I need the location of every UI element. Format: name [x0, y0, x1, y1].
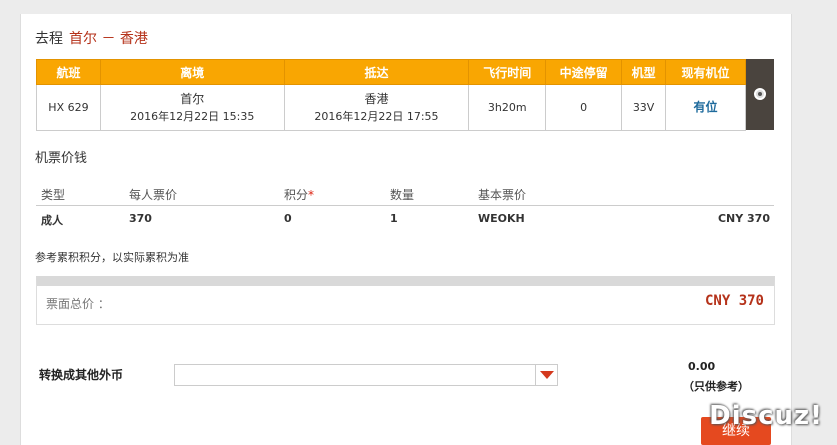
flight-table-header: 航班 离境 抵达 飞行时间 中途停留 机型 现有机位 — [36, 59, 746, 85]
dropdown-arrow-icon[interactable] — [535, 365, 557, 385]
converted-reference-note: （只供参考） — [683, 380, 749, 393]
arrive-city: 香港 — [364, 91, 389, 106]
price-qty: 1 — [390, 212, 398, 225]
discuz-watermark: Discuz! — [709, 401, 823, 431]
total-label: 票面总价 ： — [46, 297, 110, 311]
itinerary-panel: 去程 首尔 － 香港 航班 离境 抵达 飞行时间 中途停留 机型 现有机位 HX … — [20, 14, 792, 445]
flight-stops: 0 — [545, 84, 623, 131]
price-table-header: 类型 每人票价 积分* 数量 基本票价 — [36, 182, 774, 206]
flight-row[interactable]: HX 629 首尔 2016年12月22日 15:35 香港 2016年12月22日… — [36, 84, 746, 131]
depart-city: 首尔 — [180, 91, 205, 106]
price-amount: CNY 370 — [717, 212, 770, 225]
direction-label: 去程 — [35, 31, 63, 47]
converted-amount: 0.00 — [688, 360, 716, 373]
direction-heading: 去程 首尔 － 香港 — [35, 28, 148, 48]
route-text: 首尔 － 香港 — [69, 31, 148, 47]
header-duration: 飞行时间 — [468, 59, 547, 85]
currency-select[interactable] — [174, 364, 558, 386]
total-value: CNY 370 — [704, 293, 764, 309]
points-required-mark: * — [308, 188, 315, 202]
header-availability: 现有机位 — [665, 59, 746, 85]
header-depart: 离境 — [99, 59, 285, 85]
arrive-cell: 香港 2016年12月22日 17:55 — [283, 84, 470, 131]
total-box: 票面总价 ： CNY 370 — [36, 276, 775, 325]
price-header-qty: 数量 — [390, 188, 415, 202]
depart-cell: 首尔 2016年12月22日 15:35 — [99, 84, 285, 131]
price-base-fare: WEOKH — [478, 212, 525, 225]
header-stops: 中途停留 — [545, 59, 623, 85]
flight-number: HX 629 — [36, 84, 101, 131]
price-header-per-person: 每人票价 — [129, 188, 178, 202]
price-header-points: 积分* — [284, 188, 315, 202]
price-header-base-fare: 基本票价 — [478, 188, 527, 202]
aircraft-type: 33V — [621, 84, 667, 131]
price-section-title: 机票价钱 — [35, 151, 88, 166]
header-flight: 航班 — [36, 59, 101, 85]
price-points: 0 — [284, 212, 292, 225]
currency-convert-label: 转换成其他外币 — [39, 368, 124, 382]
header-aircraft: 机型 — [621, 59, 667, 85]
price-type: 成人 — [41, 214, 63, 227]
points-note: 参考累积积分，以实际累积为准 — [35, 251, 189, 264]
price-header-type: 类型 — [41, 188, 66, 202]
flight-select-column[interactable] — [746, 59, 774, 130]
depart-time: 2016年12月22日 15:35 — [130, 109, 255, 123]
flight-duration: 3h20m — [468, 84, 547, 131]
flight-table: 航班 离境 抵达 飞行时间 中途停留 机型 现有机位 HX 629 首尔 2016… — [36, 59, 746, 131]
header-arrive: 抵达 — [283, 59, 470, 85]
arrive-time: 2016年12月22日 17:55 — [314, 109, 439, 123]
price-per-person: 370 — [129, 212, 152, 225]
price-row: 成人 370 0 1 WEOKH CNY 370 — [36, 208, 774, 232]
availability-link[interactable]: 有位 — [665, 84, 746, 131]
flight-select-radio[interactable] — [754, 88, 766, 100]
